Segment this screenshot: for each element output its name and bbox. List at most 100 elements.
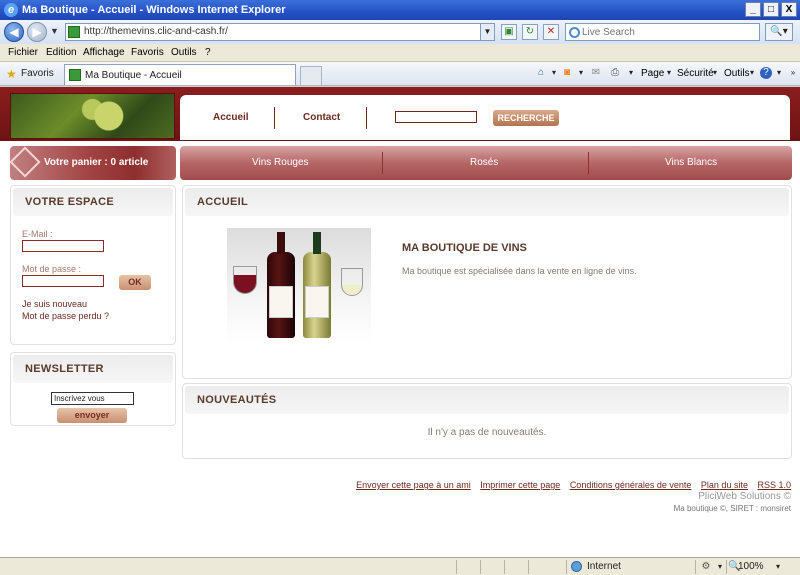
address-dropdown-icon[interactable]: ▼ [480,24,494,40]
favorites-bar: ★ Favoris Ma Boutique - Accueil ⌂ ▾ ◙ ▾ … [0,62,800,86]
ie-logo-icon: e [4,3,18,17]
help-icon[interactable]: ? [760,67,772,79]
site-favicon-icon [68,26,80,38]
home-panel: ACCUEIL MA BOUTIQUE DE VINS Ma boutique … [182,185,792,379]
zoom-dropdown-icon[interactable]: ▾ [772,561,784,573]
news-products-empty: Il n'y a pas de nouveautés. [427,427,547,438]
grapes-banner-image [10,93,175,139]
menu-affichage[interactable]: Affichage [83,47,125,58]
tab-ma-boutique[interactable]: Ma Boutique - Accueil [64,64,296,85]
white-wine-glass-image [341,268,363,296]
news-products-title: NOUVEAUTÉS [197,394,277,406]
email-field[interactable] [22,240,104,252]
footer-link-rss[interactable]: RSS 1.0 [757,480,791,490]
forward-button[interactable]: ▶ [27,22,47,42]
home-heading: MA BOUTIQUE DE VINS [402,242,527,254]
tools-dropdown-icon[interactable]: ▾ [746,67,758,79]
status-divider [480,560,481,574]
footer-link-terms[interactable]: Conditions générales de vente [570,480,692,490]
lost-password-link[interactable]: Mot de passe perdu ? [22,311,109,321]
rss-dropdown-icon[interactable]: ▾ [575,67,587,79]
address-url[interactable]: http://themevins.clic-and-cash.fr/ [84,26,228,37]
status-divider [726,560,727,574]
address-bar[interactable]: http://themevins.clic-and-cash.fr/ ▼ [65,23,495,41]
print-dropdown-icon[interactable]: ▾ [625,67,637,79]
status-bar: Internet ⚙ ▾ 🔍 100% ▾ [0,557,800,575]
password-field[interactable] [22,275,104,287]
news-products-header: NOUVEAUTÉS [185,386,789,414]
tab-favicon-icon [69,69,81,81]
site-search-input[interactable] [395,111,477,123]
footer-link-send-friend[interactable]: Envoyer cette page à un ami [356,480,471,490]
news-products-panel: NOUVEAUTÉS Il n'y a pas de nouveautés. [182,383,792,459]
window-titlebar: e Ma Boutique - Accueil - Windows Intern… [0,0,800,20]
home-dropdown-icon[interactable]: ▾ [548,67,560,79]
status-divider [695,560,696,574]
menu-edition[interactable]: Edition [46,47,77,58]
protected-mode-dropdown-icon[interactable]: ▾ [714,561,726,573]
newsletter-send-button[interactable]: envoyer [57,408,127,423]
protected-mode-icon[interactable]: ⚙ [700,561,712,573]
home-icon[interactable]: ⌂ [535,67,547,79]
compatibility-icon[interactable]: ▣ [501,24,517,40]
security-dropdown-icon[interactable]: ▾ [709,67,721,79]
newsletter-panel: NEWSLETTER envoyer [10,352,176,426]
white-bottle-neck [313,232,321,254]
search-button[interactable]: RECHERCHE [493,110,559,126]
more-commands-icon[interactable]: » [787,67,799,79]
new-user-link[interactable]: Je suis nouveau [22,299,87,309]
menu-fichier[interactable]: Fichier [8,47,38,58]
live-search-logo-icon [569,27,580,38]
home-panel-title: ACCUEIL [197,196,248,208]
menu-outils[interactable]: Outils [171,47,197,58]
cart-label[interactable]: Votre panier : 0 article [44,157,148,168]
home-panel-header: ACCUEIL [185,188,789,216]
favorites-button[interactable]: Favoris [21,68,54,79]
back-button[interactable]: ◀ [4,22,24,42]
status-divider [528,560,529,574]
powered-by[interactable]: PliciWeb Solutions © [698,491,791,502]
category-vins-blancs[interactable]: Vins Blancs [665,157,717,168]
live-search-box[interactable] [565,23,760,41]
help-dropdown-icon[interactable]: ▾ [773,67,785,79]
nav-accueil[interactable]: Accueil [213,112,249,123]
white-bottle-label [305,286,329,318]
footer-link-sitemap[interactable]: Plan du site [701,480,748,490]
tab-title: Ma Boutique - Accueil [85,70,182,81]
favorites-star-icon[interactable]: ★ [6,67,17,81]
home-description: Ma boutique est spécialisée dans la vent… [402,266,637,276]
login-ok-button[interactable]: OK [119,275,151,290]
mail-icon[interactable]: ✉ [590,67,602,79]
newsletter-email-input[interactable] [51,392,134,405]
status-divider [566,560,567,574]
history-dropdown-icon[interactable]: ▼ [50,26,59,36]
search-go-button[interactable]: 🔍▾ [765,23,793,41]
login-panel-title: VOTRE ESPACE [25,196,114,208]
live-search-input[interactable] [582,25,752,39]
menu-favoris[interactable]: Favoris [131,47,164,58]
page-dropdown-icon[interactable]: ▾ [663,67,675,79]
page-menu[interactable]: Page [641,68,664,79]
email-label: E-Mail : [22,229,53,239]
minimize-button[interactable]: _ [745,2,761,17]
category-roses[interactable]: Rosés [470,157,498,168]
footer-link-print[interactable]: Imprimer cette page [480,480,560,490]
refresh-icon[interactable]: ↻ [522,24,538,40]
copyright: Ma boutique ©, SIRET : monsiret [673,504,791,513]
stop-icon[interactable]: ✕ [543,24,559,40]
zoom-level[interactable]: 100% [738,561,764,572]
status-divider [456,560,457,574]
red-bottle-label [269,286,293,318]
site-header: Accueil Contact RECHERCHE [0,87,800,141]
cart-bar[interactable]: Votre panier : 0 article [9,146,176,180]
close-window-button[interactable]: X [781,2,797,17]
print-icon[interactable]: ⎙ [609,67,621,79]
nav-contact[interactable]: Contact [303,112,340,123]
menu-help[interactable]: ? [205,47,211,58]
rss-icon[interactable]: ◙ [561,67,573,79]
password-label: Mot de passe : [22,264,82,274]
new-tab-button[interactable] [300,66,322,85]
maximize-button[interactable]: □ [763,2,779,17]
category-vins-rouges[interactable]: Vins Rouges [252,157,309,168]
menu-bar: Fichier Edition Affichage Favoris Outils… [0,44,800,62]
